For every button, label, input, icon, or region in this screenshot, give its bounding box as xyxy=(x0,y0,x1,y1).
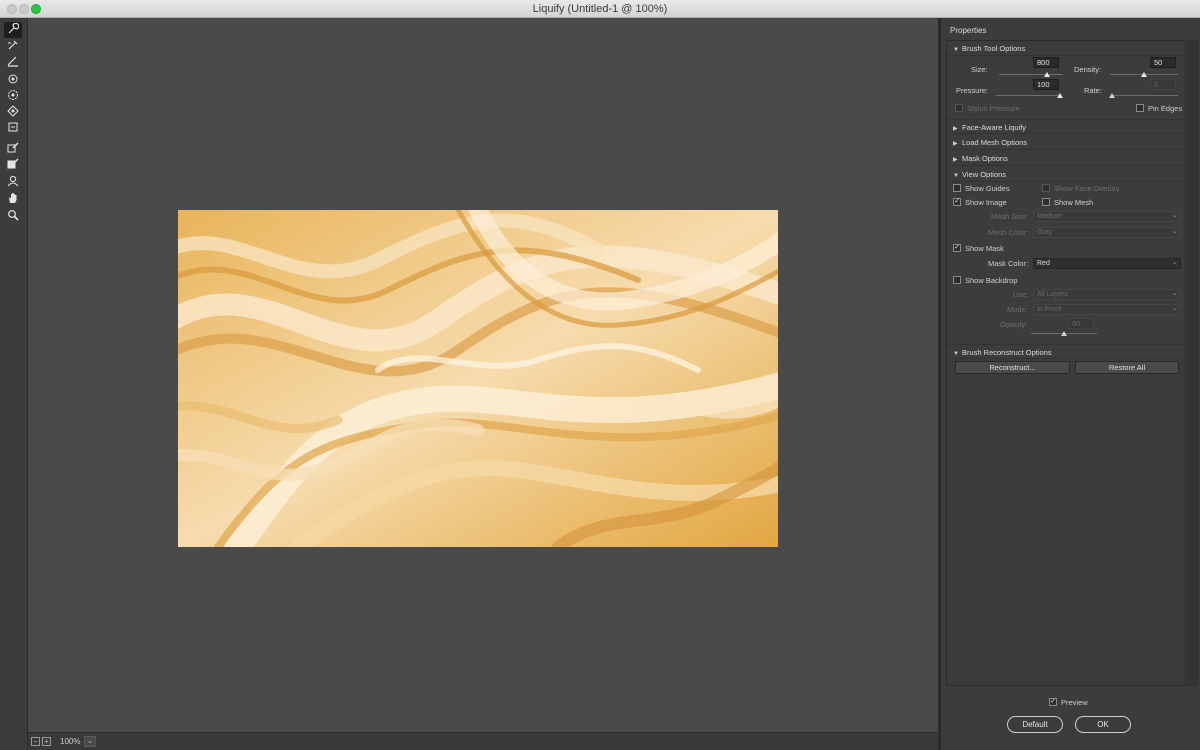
panel-scrollbar[interactable] xyxy=(1187,40,1199,686)
pucker-tool-icon[interactable] xyxy=(4,88,22,104)
collapsed-triangle-icon: ▶ xyxy=(953,141,958,147)
pressure-field[interactable]: 100 xyxy=(1033,79,1059,90)
liquified-image[interactable] xyxy=(178,210,778,547)
expanded-triangle-icon: ▼ xyxy=(953,47,959,53)
rate-slider-thumb[interactable] xyxy=(1109,93,1115,98)
stylus-pressure-label: Stylus Pressure xyxy=(967,104,1020,113)
properties-panel: Properties ▼ Brush Tool Options Size: 800… xyxy=(940,18,1200,750)
default-button[interactable]: Default xyxy=(1007,716,1063,733)
zoom-tool-icon[interactable] xyxy=(4,208,22,224)
mesh-color-select[interactable]: Gray ⌄ xyxy=(1033,227,1181,238)
hand-tool-icon[interactable] xyxy=(4,191,22,207)
size-field[interactable]: 800 xyxy=(1033,57,1059,68)
backdrop-use-select[interactable]: All Layers ⌄ xyxy=(1033,289,1181,300)
mode-label: Mode: xyxy=(1007,305,1028,314)
size-slider[interactable] xyxy=(999,72,1063,78)
minimize-window-button[interactable] xyxy=(19,4,29,14)
chevron-down-icon: ⌄ xyxy=(1171,229,1177,235)
pressure-slider[interactable] xyxy=(996,93,1063,99)
maximize-window-button[interactable] xyxy=(31,4,41,14)
zoom-in-button[interactable]: + xyxy=(42,737,51,746)
mask-options-header[interactable]: ▶ Mask Options xyxy=(947,151,1185,166)
pressure-label: Pressure: xyxy=(956,86,989,95)
show-mask-checkbox[interactable]: ✓ xyxy=(953,244,961,252)
reconstruct-tool-icon[interactable] xyxy=(4,38,22,54)
bloat-tool-icon[interactable] xyxy=(4,104,22,120)
mesh-color-label: Mesh Color: xyxy=(988,228,1029,237)
density-label: Density: xyxy=(1074,65,1102,74)
restore-all-button[interactable]: Restore All xyxy=(1075,361,1179,374)
ok-button[interactable]: OK xyxy=(1075,716,1131,733)
chevron-down-icon: ⌄ xyxy=(1171,213,1177,219)
close-window-button[interactable] xyxy=(7,4,17,14)
show-image-label: Show Image xyxy=(965,198,1007,207)
opacity-slider[interactable] xyxy=(1031,331,1097,337)
face-tool-icon[interactable] xyxy=(4,174,22,190)
size-label: Size: xyxy=(971,65,988,74)
show-backdrop-label: Show Backdrop xyxy=(965,276,1018,285)
pin-edges-label: Pin Edges xyxy=(1148,104,1183,113)
show-guides-label: Show Guides xyxy=(965,184,1010,193)
liquify-toolbar xyxy=(0,18,28,750)
freeze-mask-tool-icon[interactable] xyxy=(4,140,22,156)
title-bar: Liquify (Untitled-1 @ 100%) xyxy=(0,0,1200,18)
properties-scroll-area: ▼ Brush Tool Options Size: 800 Density: 5… xyxy=(946,40,1186,686)
twirl-clockwise-tool-icon[interactable] xyxy=(4,72,22,88)
zoom-out-button[interactable]: − xyxy=(31,737,40,746)
rate-field[interactable]: 0 xyxy=(1150,79,1176,90)
show-face-overlay-label: Show Face Overlay xyxy=(1054,184,1120,193)
mask-color-select[interactable]: Red ⌄ xyxy=(1033,258,1181,269)
chevron-down-icon: ⌄ xyxy=(1171,306,1177,312)
stylus-pressure-checkbox[interactable] xyxy=(955,104,963,112)
pressure-slider-thumb[interactable] xyxy=(1057,93,1063,98)
show-backdrop-checkbox[interactable] xyxy=(953,276,961,284)
preview-label: Preview xyxy=(1061,698,1088,707)
window-title: Liquify (Untitled-1 @ 100%) xyxy=(532,3,668,15)
show-guides-checkbox[interactable] xyxy=(953,184,961,192)
panel-title: Properties xyxy=(950,26,987,35)
load-mesh-options-header[interactable]: ▶ Load Mesh Options xyxy=(947,135,1185,150)
size-slider-thumb[interactable] xyxy=(1044,72,1050,77)
preview-canvas[interactable] xyxy=(28,18,938,732)
opacity-label: Opacity: xyxy=(1000,320,1028,329)
show-face-overlay-checkbox[interactable] xyxy=(1042,184,1050,192)
thaw-mask-tool-icon[interactable] xyxy=(4,156,22,172)
reconstruct-button[interactable]: Reconstruct... xyxy=(955,361,1070,374)
mask-color-label: Mask Color: xyxy=(988,259,1029,268)
backdrop-mode-select[interactable]: In Front ⌄ xyxy=(1033,304,1181,315)
expanded-triangle-icon: ▼ xyxy=(953,173,959,179)
show-mesh-label: Show Mesh xyxy=(1054,198,1094,207)
marble-pattern xyxy=(178,210,778,547)
rate-slider[interactable] xyxy=(1109,93,1178,99)
push-left-tool-icon[interactable] xyxy=(4,120,22,136)
show-mask-label: Show Mask xyxy=(965,244,1004,253)
density-slider[interactable] xyxy=(1110,72,1178,78)
mesh-size-label: Mesh Size: xyxy=(991,212,1029,221)
brush-tool-options-header[interactable]: ▼ Brush Tool Options xyxy=(947,41,1185,56)
chevron-down-icon: ⌄ xyxy=(1171,260,1177,266)
rate-label: Rate: xyxy=(1084,86,1102,95)
opacity-slider-thumb[interactable] xyxy=(1061,331,1067,336)
show-mesh-checkbox[interactable] xyxy=(1042,198,1050,206)
chevron-down-icon: ⌄ xyxy=(1171,291,1177,297)
status-bar: − + 100% ⌄ xyxy=(28,732,938,750)
pin-edges-checkbox[interactable] xyxy=(1136,104,1144,112)
collapsed-triangle-icon: ▶ xyxy=(953,157,958,163)
view-options-header[interactable]: ▼ View Options xyxy=(947,167,1185,182)
face-aware-liquify-header[interactable]: ▶ Face-Aware Liquify xyxy=(947,119,1185,134)
zoom-dropdown[interactable]: ⌄ xyxy=(84,736,96,747)
preview-checkbox[interactable]: ✓ xyxy=(1049,698,1057,706)
opacity-field[interactable]: 50 xyxy=(1068,318,1094,329)
show-image-checkbox[interactable]: ✓ xyxy=(953,198,961,206)
smooth-tool-icon[interactable] xyxy=(4,54,22,70)
density-slider-thumb[interactable] xyxy=(1141,72,1147,77)
brush-reconstruct-options-header[interactable]: ▼ Brush Reconstruct Options xyxy=(947,344,1185,359)
mesh-size-select[interactable]: Medium ⌄ xyxy=(1033,211,1181,222)
use-label: Use: xyxy=(1013,290,1029,299)
density-field[interactable]: 50 xyxy=(1150,57,1176,68)
expanded-triangle-icon: ▼ xyxy=(953,351,959,357)
forward-warp-tool-icon[interactable] xyxy=(4,22,22,38)
